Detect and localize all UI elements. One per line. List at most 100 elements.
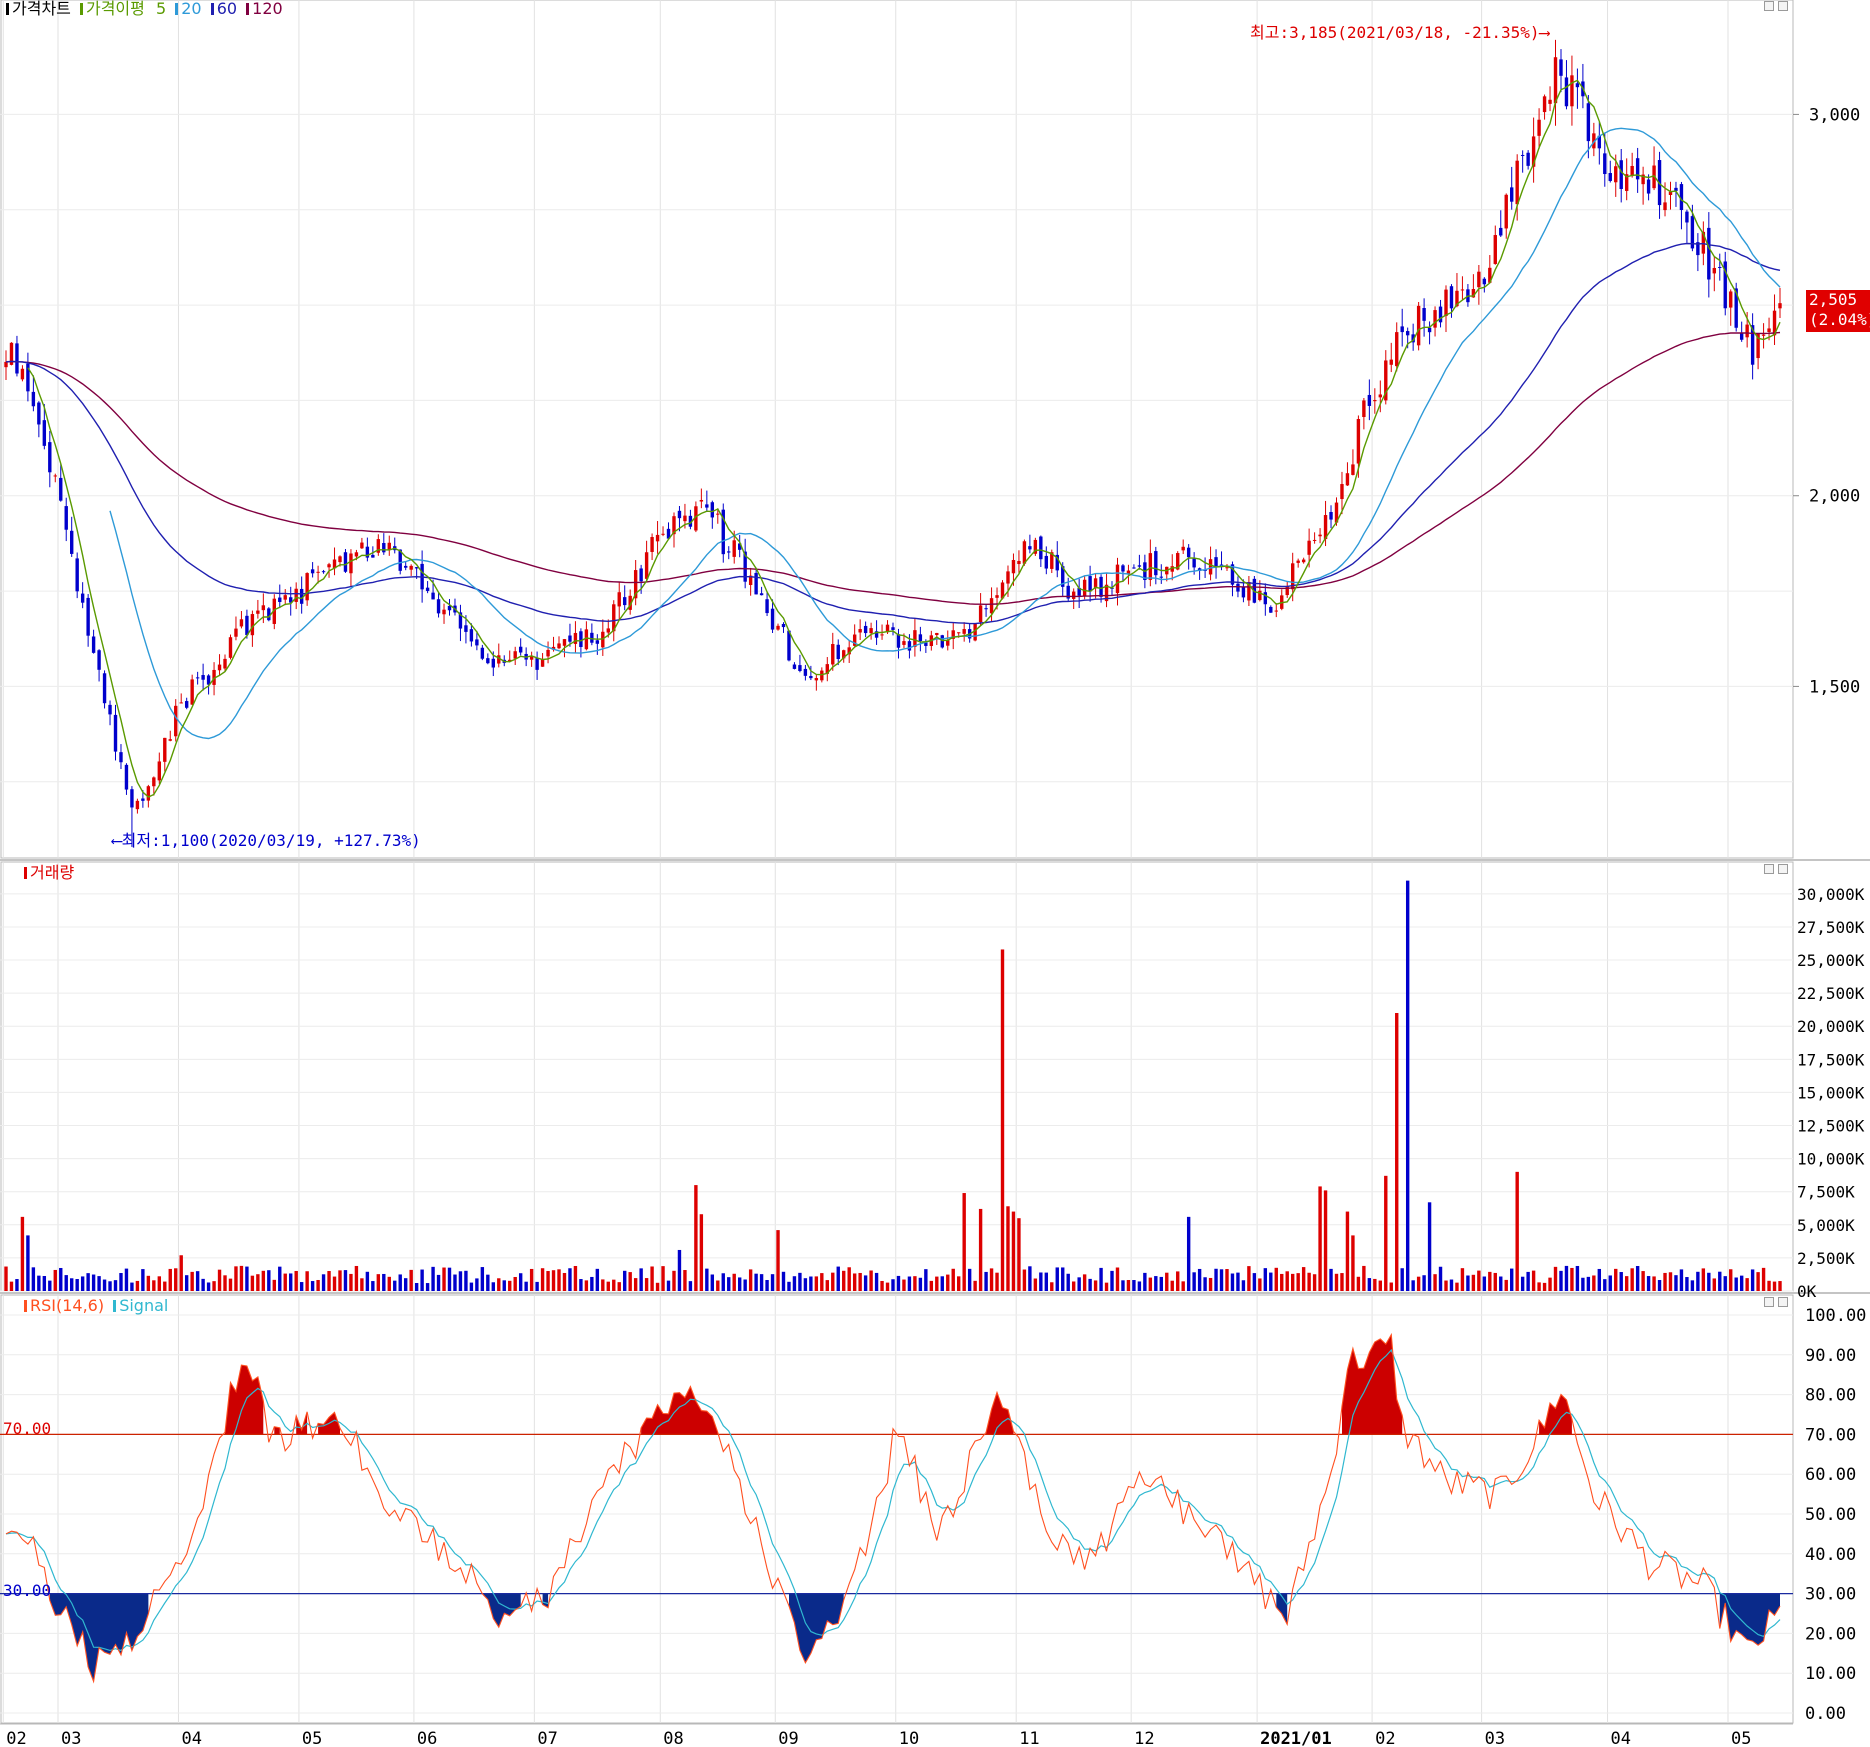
volume-bar xyxy=(568,1268,572,1291)
volume-bar xyxy=(1449,1279,1454,1291)
candle-body xyxy=(699,499,704,502)
volume-bar xyxy=(53,1269,57,1291)
volume-bar xyxy=(573,1265,578,1291)
candle-body xyxy=(48,442,52,473)
volume-bar xyxy=(863,1275,868,1291)
volume-bar xyxy=(1466,1275,1470,1291)
volume-bar xyxy=(1274,1267,1278,1291)
candle-body xyxy=(1400,326,1404,333)
price-close-button[interactable] xyxy=(1778,1,1788,11)
volume-bar xyxy=(1219,1269,1224,1291)
volume-bar xyxy=(349,1273,353,1291)
candle-body xyxy=(836,644,840,660)
candle-body xyxy=(70,530,74,554)
volume-minimize-button[interactable] xyxy=(1764,864,1774,874)
rsi-minimize-button[interactable] xyxy=(1764,1297,1774,1307)
candle-body xyxy=(1526,152,1530,166)
rsi-legend: RSI(14,6) Signal xyxy=(20,1297,168,1315)
candle-body xyxy=(803,668,808,676)
volume-legend-title: 거래량 xyxy=(30,863,75,882)
volume-bar xyxy=(962,1193,966,1291)
volume-bar xyxy=(502,1280,506,1291)
candle-body xyxy=(1296,560,1300,563)
x-tick-label: 10 xyxy=(899,1729,919,1747)
candle-body xyxy=(639,568,643,582)
candle-body xyxy=(535,657,539,670)
volume-bar xyxy=(1756,1272,1760,1291)
volume-bar xyxy=(759,1274,764,1291)
volume-bar xyxy=(1121,1280,1125,1291)
candle-body xyxy=(995,595,999,598)
volume-bar xyxy=(1384,1175,1388,1291)
candle-body xyxy=(119,752,123,763)
volume-bar xyxy=(913,1276,917,1291)
volume-bar xyxy=(1334,1273,1339,1291)
volume-bar xyxy=(1657,1280,1662,1291)
candle-body xyxy=(962,629,966,634)
volume-bar xyxy=(529,1268,534,1291)
candle-body xyxy=(163,737,167,762)
volume-bar xyxy=(48,1280,52,1291)
volume-bar xyxy=(1734,1277,1738,1291)
rsi-axis-label: 90.00 xyxy=(1805,1346,1856,1366)
candle-body xyxy=(31,391,36,407)
volume-axis-label: 27,500K xyxy=(1797,918,1865,937)
volume-bar xyxy=(135,1280,140,1291)
volume-bar xyxy=(42,1275,47,1291)
ma20-legend-label: 20 xyxy=(181,0,202,18)
panel-frame-2 xyxy=(0,1294,1794,1724)
volume-bar xyxy=(1641,1271,1645,1291)
volume-axis-label: 5,000K xyxy=(1797,1216,1855,1235)
price-minimize-button[interactable] xyxy=(1764,1,1774,11)
volume-bar xyxy=(1624,1276,1629,1291)
volume-bar xyxy=(469,1282,474,1291)
candle-body xyxy=(141,798,145,801)
current-price-value: 2,505 xyxy=(1809,290,1858,309)
candle-body xyxy=(190,679,194,705)
candle-body xyxy=(371,554,375,558)
volume-axis-label: 0K xyxy=(1797,1282,1817,1301)
volume-bar xyxy=(436,1274,441,1291)
candle-body xyxy=(1718,266,1722,268)
volume-bar xyxy=(1033,1278,1038,1291)
volume-bar xyxy=(1559,1270,1563,1291)
candle-body xyxy=(1186,547,1191,558)
volume-bar xyxy=(1729,1269,1733,1291)
rsi-close-button[interactable] xyxy=(1778,1297,1788,1307)
rsi-axis-label: 50.00 xyxy=(1805,1505,1856,1525)
x-tick-label: 09 xyxy=(778,1729,798,1747)
volume-bar xyxy=(1077,1277,1081,1291)
volume-bar xyxy=(31,1267,36,1291)
candle-body xyxy=(1192,558,1196,568)
volume-bar xyxy=(699,1214,704,1291)
volume-close-button[interactable] xyxy=(1778,864,1788,874)
volume-bar xyxy=(1597,1268,1602,1291)
volume-bar xyxy=(579,1279,583,1291)
volume-bar xyxy=(831,1272,835,1291)
volume-bar xyxy=(1066,1273,1070,1291)
candle-body xyxy=(80,593,85,603)
volume-bar xyxy=(1537,1282,1541,1291)
volume-bar xyxy=(425,1283,430,1291)
volume-bar xyxy=(1455,1282,1459,1291)
candle-body xyxy=(814,678,819,681)
candle-body xyxy=(590,632,594,643)
candle-body xyxy=(327,564,331,568)
candle-body xyxy=(37,402,41,425)
candle-body xyxy=(1685,211,1689,223)
x-tick-label: 05 xyxy=(302,1729,322,1747)
ma60-legend-marker xyxy=(210,3,214,15)
candle-body xyxy=(1619,160,1623,189)
candle-body xyxy=(486,658,490,664)
candle-body xyxy=(1312,539,1317,541)
volume-axis-label: 20,000K xyxy=(1797,1017,1865,1036)
candle-body xyxy=(124,764,129,790)
volume-axis-label: 15,000K xyxy=(1797,1083,1865,1102)
volume-bar xyxy=(1531,1270,1536,1291)
volume-bar xyxy=(217,1269,222,1291)
volume-bar xyxy=(453,1274,457,1291)
volume-bar xyxy=(1674,1275,1678,1291)
candle-body xyxy=(1614,166,1618,183)
volume-bar xyxy=(360,1278,364,1291)
candle-body xyxy=(907,641,912,651)
